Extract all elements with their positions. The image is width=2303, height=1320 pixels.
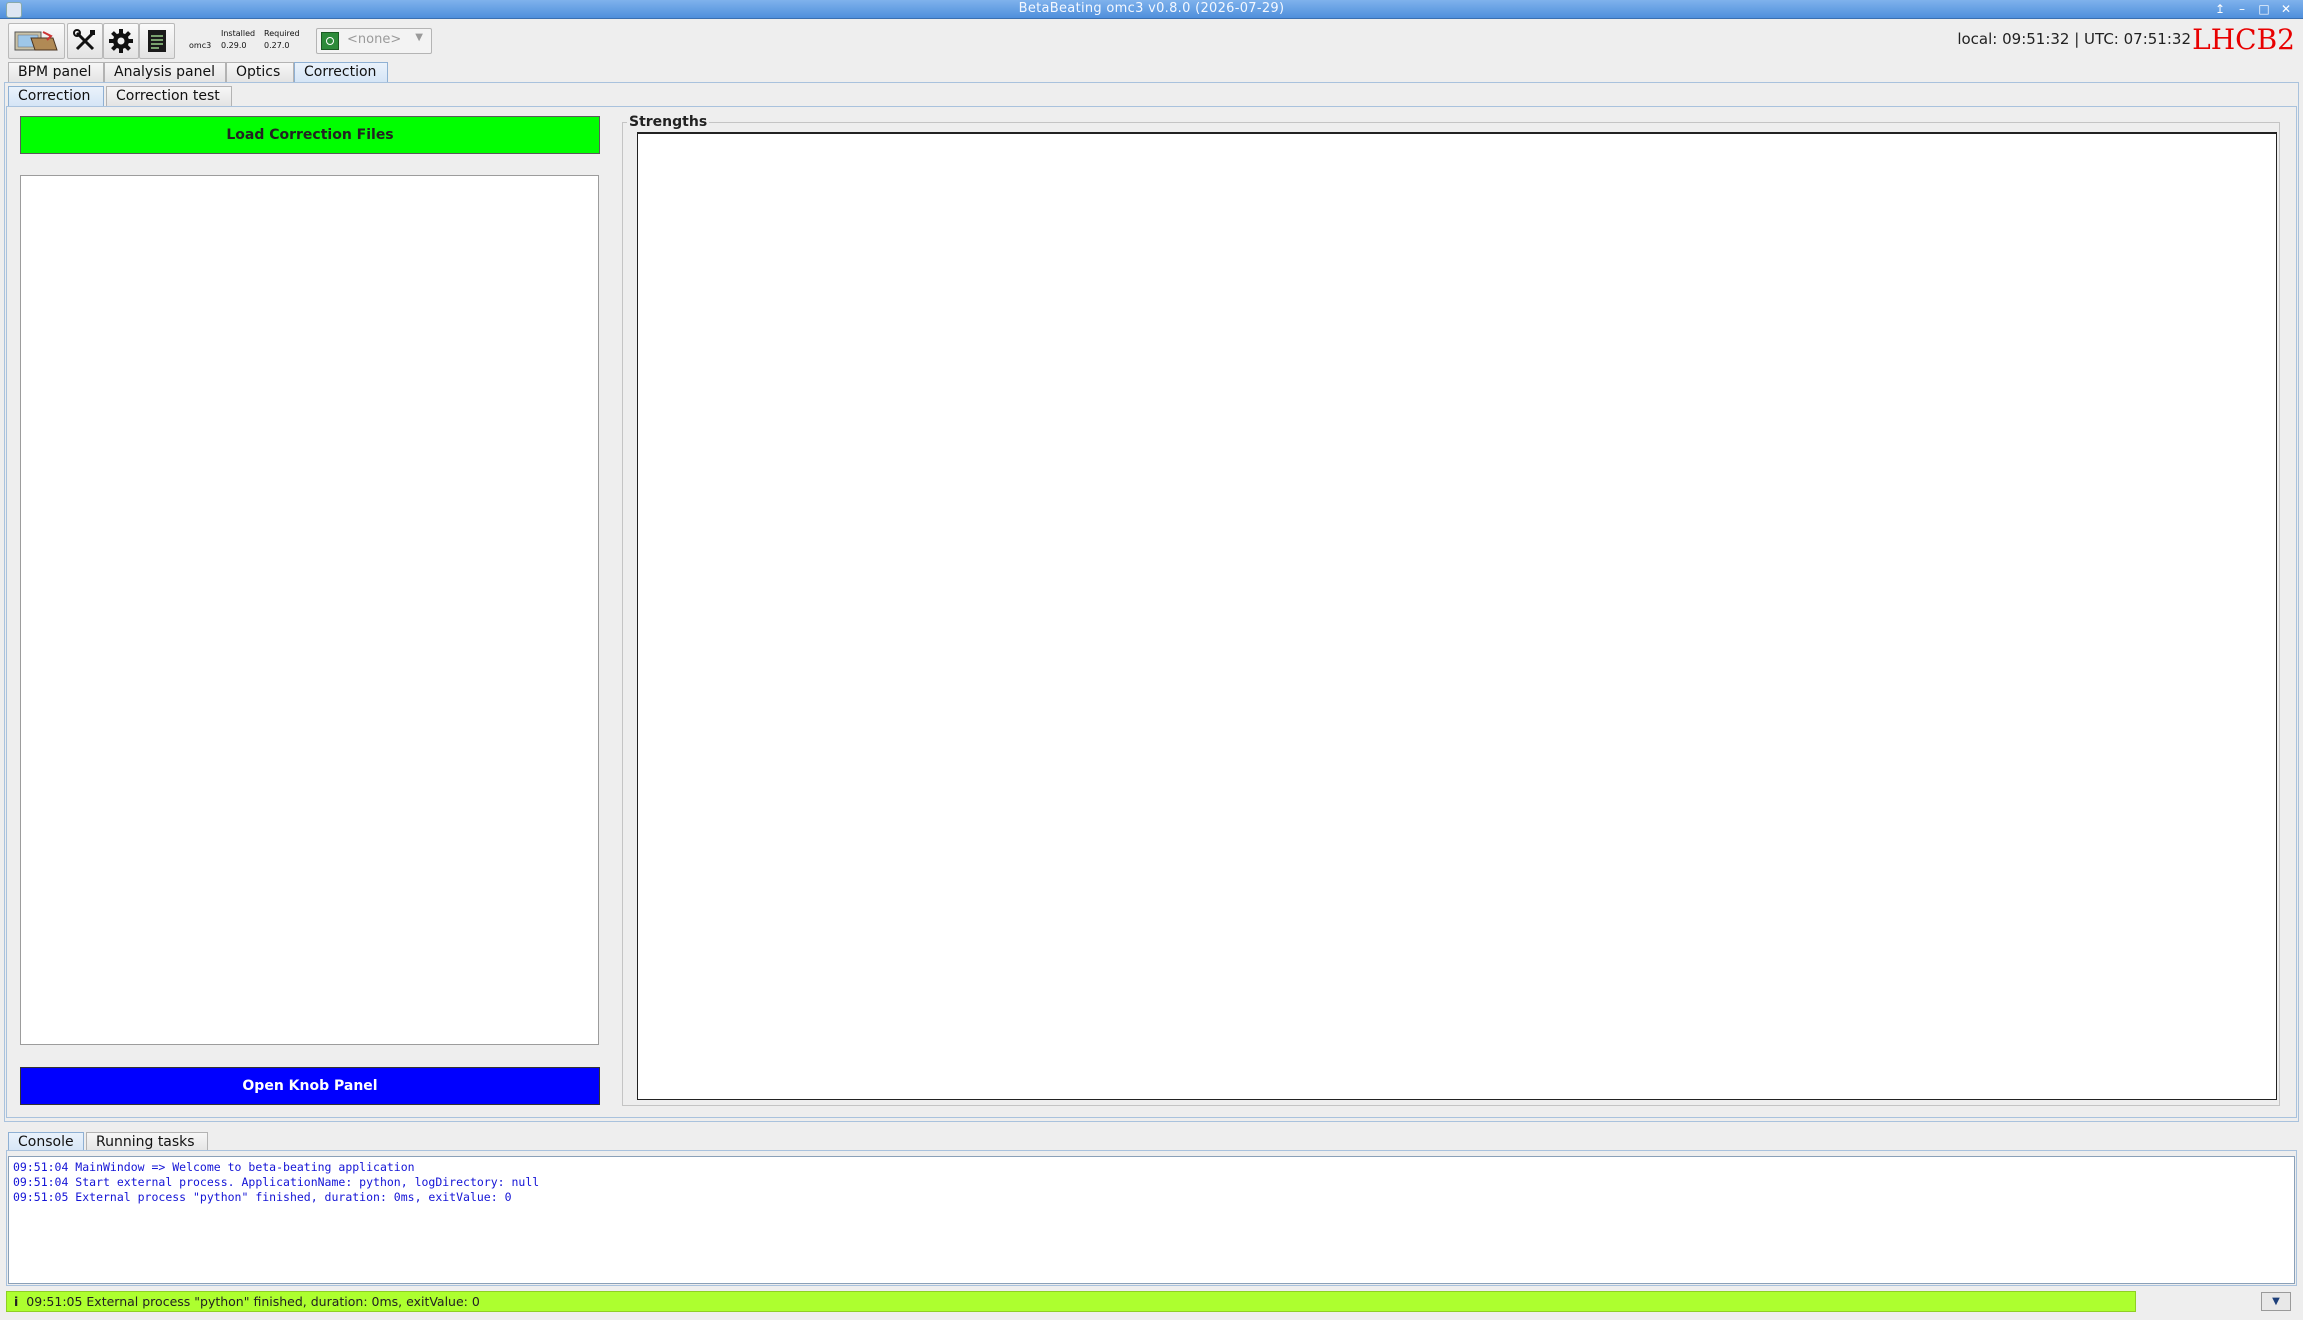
window-close-icon[interactable]: ✕	[2277, 1, 2295, 17]
tab-bpm-panel[interactable]: BPM panel	[8, 62, 104, 82]
window-pin-icon[interactable]: ↥	[2211, 1, 2229, 17]
strengths-title: Strengths	[627, 114, 710, 130]
tab-optics[interactable]: Optics	[226, 62, 294, 82]
gear-icon	[109, 29, 133, 53]
settings-button[interactable]	[103, 23, 139, 59]
omc3-required-label: Required	[264, 29, 300, 38]
subtab-correction[interactable]: Correction	[8, 86, 104, 106]
machine-label: LHCB2	[2192, 23, 2295, 56]
console-output[interactable]: 09:51:04 MainWindow => Welcome to beta-b…	[8, 1156, 2295, 1284]
omc3-installed-label: Installed	[221, 29, 256, 38]
tools-button[interactable]	[67, 23, 103, 59]
open-knob-panel-button[interactable]: Open Knob Panel	[20, 1067, 600, 1105]
toolbar: omc3 Installed 0.29.0 Required 0.27.0 <n…	[0, 20, 2303, 60]
window-title: BetaBeating omc3 v0.8.0 (2026-07-29)	[1018, 1, 1285, 16]
console-line: 09:51:04 Start external process. Applica…	[13, 1175, 540, 1189]
omc3-required-version: 0.27.0	[264, 41, 290, 50]
window-minimize-icon[interactable]: –	[2233, 1, 2251, 17]
window-title-bar: BetaBeating omc3 v0.8.0 (2026-07-29) ↥ –…	[0, 0, 2303, 19]
info-icon: i	[14, 1294, 19, 1309]
beam-select-value: <none>	[347, 32, 402, 47]
tab-console[interactable]: Console	[8, 1132, 84, 1152]
status-bar: i 09:51:05 External process "python" fini…	[6, 1291, 2136, 1312]
open-folder-button[interactable]	[8, 23, 65, 59]
chevron-down-icon: ▼	[2272, 1296, 2280, 1307]
omc3-installed-version: 0.29.0	[221, 41, 247, 50]
console-line: 09:51:04 MainWindow => Welcome to beta-b…	[13, 1160, 415, 1174]
chevron-down-icon: ▼	[415, 32, 423, 43]
window-maximize-icon[interactable]: □	[2255, 1, 2273, 17]
status-text: 09:51:05 External process "python" finis…	[26, 1294, 480, 1309]
log-button[interactable]	[139, 23, 175, 59]
correction-files-list[interactable]	[20, 175, 599, 1045]
console-line: 09:51:05 External process "python" finis…	[13, 1190, 512, 1204]
beam-status-icon	[321, 32, 339, 50]
tab-running-tasks[interactable]: Running tasks	[86, 1132, 208, 1152]
subtab-correction-test[interactable]: Correction test	[106, 86, 232, 106]
document-list-icon	[148, 30, 166, 52]
strengths-plot-area[interactable]	[637, 132, 2277, 1100]
beam-select[interactable]: <none> ▼	[316, 28, 432, 54]
tab-analysis-panel[interactable]: Analysis panel	[104, 62, 226, 82]
omc3-name: omc3	[189, 41, 212, 50]
clock: local: 09:51:32 | UTC: 07:51:32	[1957, 30, 2191, 48]
tab-correction[interactable]: Correction	[294, 62, 388, 82]
load-correction-files-button[interactable]: Load Correction Files	[20, 116, 600, 154]
tools-icon	[73, 29, 95, 51]
status-history-dropdown[interactable]: ▼	[2261, 1292, 2291, 1311]
open-files-icon	[14, 31, 58, 51]
